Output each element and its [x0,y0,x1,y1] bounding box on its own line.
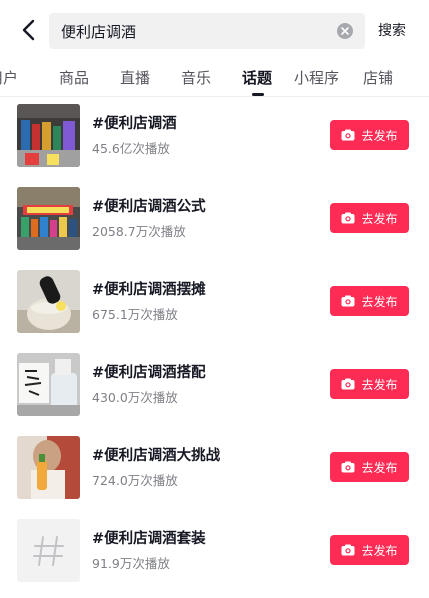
camera-icon [341,295,355,307]
search-header: 搜索 [0,0,429,60]
clear-circle-icon [341,27,349,35]
topic-title: #便利店调酒搭配 [92,365,206,381]
search-results-page: 搜索 用户 商品 直播 音乐 话题 小程序 店铺 [0,0,429,598]
hashtag-placeholder-icon [17,519,80,582]
search-button[interactable]: 搜索 [378,19,418,43]
topic-row[interactable]: #便利店调酒 45.6亿次播放 去发布 [0,100,429,170]
topic-row[interactable]: #便利店调酒搭配 430.0万次播放 去发布 [0,349,429,419]
topic-play-count: 724.0万次播放 [92,473,178,488]
topic-title: #便利店调酒大挑战 [92,448,221,464]
go-post-button[interactable]: 去发布 [330,452,409,482]
result-type-tabs: 用户 商品 直播 音乐 话题 小程序 店铺 [0,60,429,96]
go-post-label: 去发布 [361,543,398,558]
topic-thumbnail [17,436,80,499]
go-post-button[interactable]: 去发布 [330,369,409,399]
camera-icon [341,461,355,473]
tabs-divider [0,96,429,97]
tab-live[interactable]: 直播 [120,64,150,92]
go-post-label: 去发布 [361,211,398,226]
topic-row[interactable]: #便利店调酒摆摊 675.1万次播放 去发布 [0,266,429,336]
camera-icon [341,544,355,556]
go-post-label: 去发布 [361,128,398,143]
go-post-label: 去发布 [361,460,398,475]
go-post-label: 去发布 [361,377,398,392]
topic-thumbnail [17,104,80,167]
camera-icon [341,378,355,390]
topic-row[interactable]: #便利店调酒公式 2058.7万次播放 去发布 [0,183,429,253]
topic-play-count: 45.6亿次播放 [92,141,170,156]
search-input[interactable] [49,13,319,49]
topic-play-count: 675.1万次播放 [92,307,178,322]
camera-icon [341,129,355,141]
topic-row[interactable]: #便利店调酒套装 91.9万次播放 去发布 [0,515,429,585]
clear-search-button[interactable] [337,23,353,39]
tab-products[interactable]: 商品 [59,64,89,92]
topic-thumbnail [17,353,80,416]
go-post-button[interactable]: 去发布 [330,286,409,316]
topic-title: #便利店调酒公式 [92,199,206,215]
tab-music[interactable]: 音乐 [181,64,211,92]
topic-thumbnail [17,187,80,250]
go-post-button[interactable]: 去发布 [330,535,409,565]
topic-row[interactable]: #便利店调酒大挑战 724.0万次播放 去发布 [0,432,429,502]
topic-title: #便利店调酒摆摊 [92,282,206,298]
topic-title: #便利店调酒套装 [92,531,206,547]
search-box[interactable] [49,13,365,49]
topic-title: #便利店调酒 [92,116,177,132]
chevron-left-icon [22,19,35,41]
tab-stores[interactable]: 店铺 [363,64,393,92]
go-post-label: 去发布 [361,294,398,309]
tab-topics[interactable]: 话题 [242,64,272,92]
topic-thumbnail [17,270,80,333]
camera-icon [341,212,355,224]
topic-play-count: 91.9万次播放 [92,556,170,571]
topic-play-count: 430.0万次播放 [92,390,178,405]
back-button[interactable] [14,14,42,46]
topic-play-count: 2058.7万次播放 [92,224,186,239]
tab-users[interactable]: 用户 [0,64,18,92]
go-post-button[interactable]: 去发布 [330,120,409,150]
go-post-button[interactable]: 去发布 [330,203,409,233]
topic-thumbnail [17,519,80,582]
tab-mini-programs[interactable]: 小程序 [294,64,339,92]
